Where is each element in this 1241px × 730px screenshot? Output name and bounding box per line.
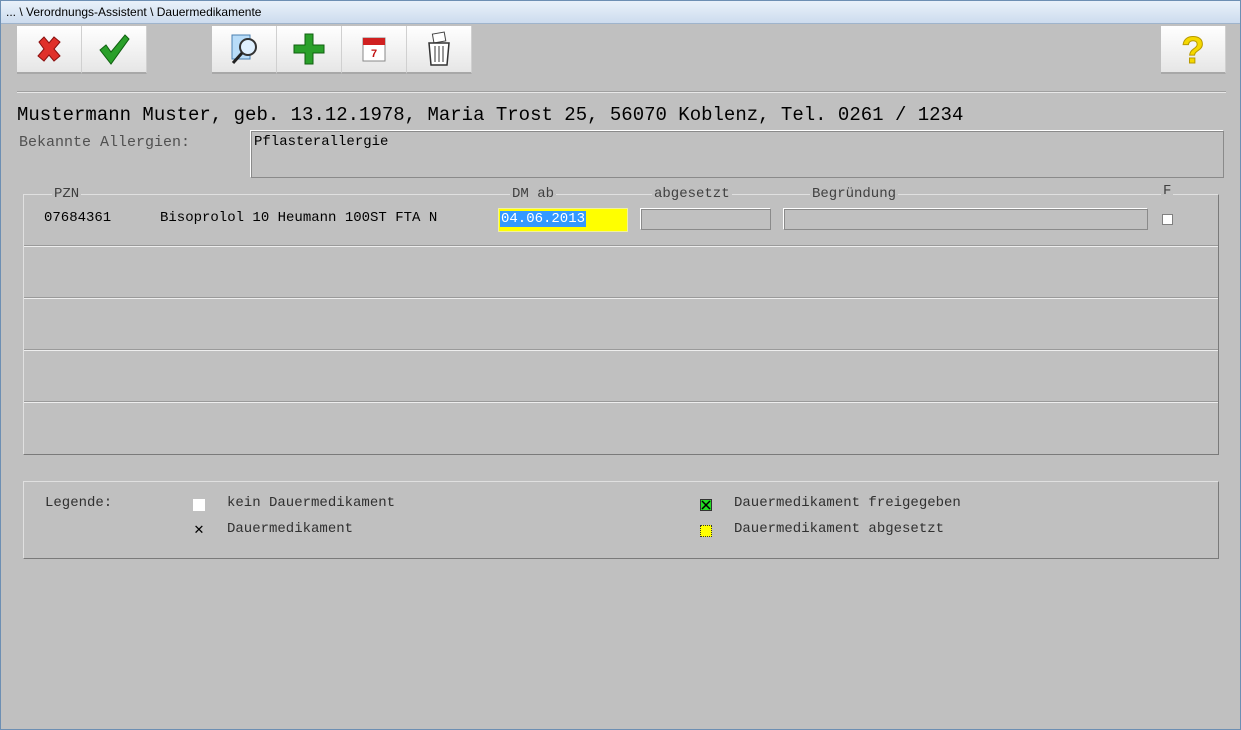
allergies-value: Pflasterallergie <box>254 134 389 150</box>
table-row[interactable] <box>24 299 1218 351</box>
table-row[interactable] <box>24 351 1218 403</box>
column-header-dm-ab: DM ab <box>510 186 557 202</box>
calendar-icon: 7 <box>362 37 386 62</box>
table-row[interactable] <box>24 247 1218 299</box>
legend-label-freigegeben: Dauermedikament freigegeben <box>734 495 961 511</box>
legend-panel <box>23 481 1219 559</box>
allergies-label: Bekannte Allergien: <box>19 134 191 151</box>
legend-title: Legende: <box>45 495 113 511</box>
column-header-begruendung: Begründung <box>810 186 899 202</box>
green-square-x-icon <box>700 499 712 511</box>
help-button[interactable]: ? <box>1161 26 1226 74</box>
table-row[interactable] <box>24 403 1218 455</box>
confirm-button[interactable] <box>82 26 147 74</box>
yellow-square-dotted-icon <box>700 525 712 537</box>
legend-label-kein: kein Dauermedikament <box>227 495 396 511</box>
title-bar: ... \ Verordnungs-Assistent \ Dauermedik… <box>1 1 1240 24</box>
magnifier-icon <box>231 34 257 65</box>
legend-label-abgesetzt: Dauermedikament abgesetzt <box>734 521 945 537</box>
calendar-button[interactable]: 7 <box>342 26 407 74</box>
window-title: ... \ Verordnungs-Assistent \ Dauermedik… <box>6 5 262 19</box>
trash-can-icon <box>428 31 450 66</box>
row-medication-name: Bisoprolol 10 Heumann 100ST FTA N <box>160 210 438 226</box>
legend-label-dauer: Dauermedikament <box>227 521 354 537</box>
column-header-f: F <box>1161 183 1174 199</box>
dm-ab-date-value: 04.06.2013 <box>500 211 587 227</box>
allergies-field[interactable]: Pflasterallergie <box>250 130 1224 178</box>
column-header-pzn: PZN <box>52 186 82 202</box>
green-check-icon <box>99 34 130 65</box>
yellow-question-icon: ? <box>1181 31 1205 67</box>
f-checkbox[interactable] <box>1162 214 1173 225</box>
red-x-icon <box>37 36 61 62</box>
white-square-icon <box>193 499 205 511</box>
begruendung-input[interactable] <box>783 208 1148 230</box>
app-window: ... \ Verordnungs-Assistent \ Dauermedik… <box>0 0 1241 730</box>
add-button[interactable] <box>277 26 342 74</box>
patient-info: Mustermann Muster, geb. 13.12.1978, Mari… <box>17 104 964 126</box>
cancel-button[interactable] <box>17 26 82 74</box>
calendar-day: 7 <box>371 48 377 60</box>
green-plus-icon <box>293 33 325 65</box>
help-glyph: ? <box>1181 31 1204 67</box>
toolbar-separator <box>17 91 1226 93</box>
dm-ab-date-input[interactable]: 04.06.2013 <box>498 208 628 232</box>
delete-button[interactable] <box>407 26 472 74</box>
column-header-abgesetzt: abgesetzt <box>652 186 732 202</box>
abgesetzt-input[interactable] <box>640 208 771 230</box>
medication-table <box>23 194 1219 455</box>
search-button[interactable] <box>212 26 277 74</box>
row-pzn: 07684361 <box>44 210 112 226</box>
black-x-icon: ✕ <box>193 523 205 538</box>
